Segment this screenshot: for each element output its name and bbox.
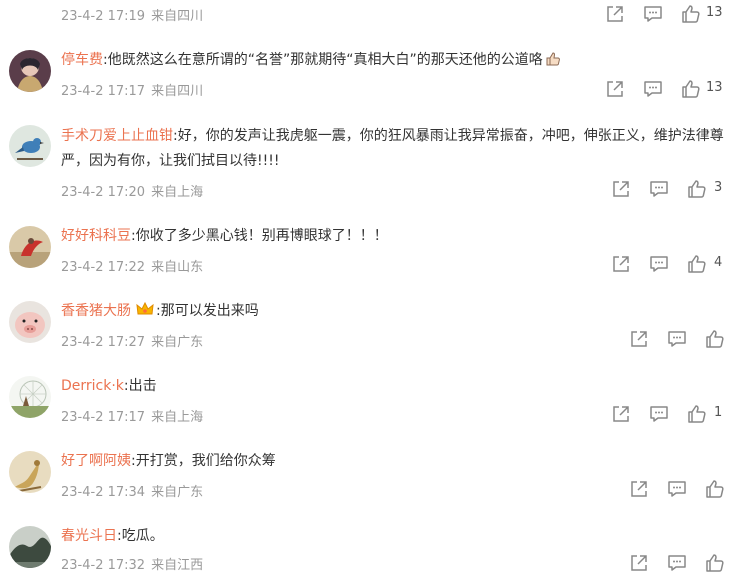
comment-username[interactable]: 香香猪大肠 — [61, 303, 131, 319]
share-icon[interactable] — [610, 253, 632, 275]
comment-location: 来自广东 — [151, 485, 204, 500]
share-icon[interactable] — [604, 78, 626, 100]
avatar[interactable] — [9, 526, 51, 568]
comment-icon[interactable] — [666, 328, 688, 350]
comment-icon[interactable] — [648, 178, 670, 200]
comment-body: :他既然这么在意所谓的“名誉”那就期待“真相大白”的那天还他的公道咯 — [103, 52, 543, 68]
comment-icon[interactable] — [648, 403, 670, 425]
like-count: 13 — [706, 5, 723, 20]
comment-icon[interactable] — [642, 78, 664, 100]
comment-date: 23-4-2 17:22 — [61, 260, 146, 275]
comment-username[interactable]: 停车费 — [61, 52, 103, 68]
share-icon[interactable] — [628, 552, 650, 574]
comment-location: 来自江西 — [151, 558, 204, 573]
comment-meta: 23-4-2 17:32 来自江西 — [61, 554, 203, 573]
comment-meta: 23-4-2 17:27 来自广东 — [61, 331, 203, 350]
share-icon[interactable] — [604, 3, 626, 25]
like-count: 13 — [706, 80, 723, 95]
comment-actions — [628, 552, 728, 574]
comment-username[interactable]: Derrick·k — [61, 378, 124, 394]
comment-text: Derrick·k:出击 — [61, 374, 731, 399]
comment-text: 香香猪大肠 :那可以发出来吗 — [61, 299, 731, 326]
comment-meta: 23-4-2 17:17 来自四川 — [61, 80, 203, 99]
comment-actions: 4 — [610, 253, 734, 275]
avatar[interactable] — [9, 125, 51, 167]
avatar[interactable] — [9, 451, 51, 493]
comment-actions: 3 — [610, 178, 734, 200]
share-icon[interactable] — [628, 478, 650, 500]
comment-text: 手术刀爱上止血钳:好，你的发声让我虎躯一震，你的狂风暴雨让我异常振奋，冲吧，伸张… — [61, 124, 731, 174]
share-icon[interactable] — [610, 178, 632, 200]
comment-meta: 23-4-2 17:17 来自上海 — [61, 406, 203, 425]
like-icon[interactable] — [686, 253, 708, 275]
comment-date: 23-4-2 17:17 — [61, 84, 146, 99]
comment-actions: 1 — [610, 403, 734, 425]
comment-date: 23-4-2 17:34 — [61, 485, 146, 500]
comment-body: :那可以发出来吗 — [156, 303, 259, 319]
comment-location: 来自四川 — [151, 84, 204, 99]
avatar[interactable] — [9, 226, 51, 268]
comment-icon[interactable] — [642, 3, 664, 25]
comment-location: 来自山东 — [151, 260, 204, 275]
comment-text: 停车费:他既然这么在意所谓的“名誉”那就期待“真相大白”的那天还他的公道咯 — [61, 48, 731, 76]
like-count: 4 — [714, 255, 723, 270]
comment-body: :出击 — [123, 378, 157, 394]
comment-username[interactable]: 好好科科豆 — [61, 228, 131, 244]
comment-actions: 13 — [604, 3, 734, 25]
comment-date: 23-4-2 17:17 — [61, 410, 146, 425]
crown-badge-icon — [136, 301, 154, 326]
comment-icon[interactable] — [666, 478, 688, 500]
like-icon[interactable] — [680, 3, 702, 25]
comment-date: 23-4-2 17:19 — [61, 9, 146, 24]
like-count: 3 — [714, 180, 723, 195]
thumbs-up-emoji-icon — [545, 51, 561, 76]
comment-text: 好好科科豆:你收了多少黑心钱！别再博眼球了！！！ — [61, 224, 731, 249]
comment-body: :开打赏，我们给你众筹 — [131, 453, 276, 469]
comment-body: :你收了多少黑心钱！别再博眼球了！！！ — [131, 228, 388, 244]
like-count: 1 — [714, 405, 723, 420]
comment-meta: 23-4-2 17:22 来自山东 — [61, 256, 203, 275]
comment-icon[interactable] — [666, 552, 688, 574]
comment-username[interactable]: 手术刀爱上止血钳 — [61, 128, 173, 144]
like-icon[interactable] — [704, 478, 726, 500]
comment-text: 好了啊阿姨:开打赏，我们给你众筹 — [61, 449, 731, 474]
comment-icon[interactable] — [648, 253, 670, 275]
share-icon[interactable] — [610, 403, 632, 425]
comment-date: 23-4-2 17:32 — [61, 558, 146, 573]
comment-actions — [628, 328, 728, 350]
like-icon[interactable] — [686, 403, 708, 425]
like-icon[interactable] — [704, 552, 726, 574]
comment-location: 来自广东 — [151, 335, 204, 350]
like-icon[interactable] — [686, 178, 708, 200]
comment-meta: 23-4-2 17:20 来自上海 — [61, 181, 203, 200]
avatar[interactable] — [9, 301, 51, 343]
like-icon[interactable] — [680, 78, 702, 100]
avatar[interactable] — [9, 376, 51, 418]
comment-location: 来自上海 — [151, 185, 204, 200]
comment-location: 来自四川 — [151, 9, 204, 24]
avatar[interactable] — [9, 50, 51, 92]
comment-text: 春光斗日:吃瓜。 — [61, 524, 731, 549]
comment-username[interactable]: 春光斗日 — [61, 528, 117, 544]
share-icon[interactable] — [628, 328, 650, 350]
like-icon[interactable] — [704, 328, 726, 350]
comment-date: 23-4-2 17:20 — [61, 185, 146, 200]
comment-date: 23-4-2 17:27 — [61, 335, 146, 350]
comment-actions: 13 — [604, 78, 734, 100]
comment-meta: 23-4-2 17:19 来自四川 — [61, 5, 203, 24]
comment-actions — [628, 478, 728, 500]
comment-location: 来自上海 — [151, 410, 204, 425]
comment-username[interactable]: 好了啊阿姨 — [61, 453, 131, 469]
comment-body: :吃瓜。 — [117, 528, 164, 544]
comment-meta: 23-4-2 17:34 来自广东 — [61, 481, 203, 500]
